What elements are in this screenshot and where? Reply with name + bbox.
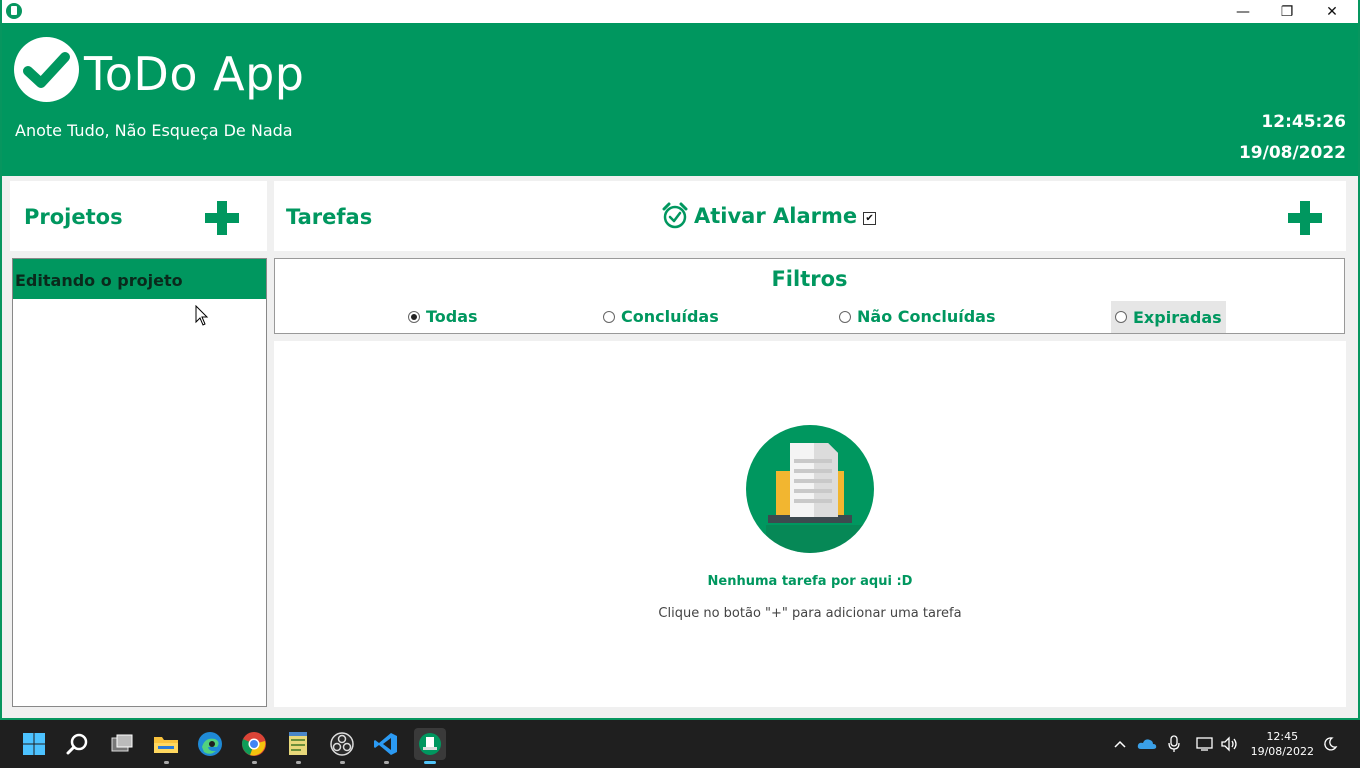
filters-panel: Filtros Todas Concluídas Não Concluídas …: [274, 258, 1345, 334]
maximize-button[interactable]: ❐: [1264, 0, 1310, 23]
tray-overflow-icon[interactable]: [1113, 720, 1127, 768]
search-button[interactable]: [62, 728, 94, 760]
folder-icon: [154, 737, 178, 753]
onedrive-cloud-icon[interactable]: [1137, 720, 1157, 768]
vscode-icon: [374, 733, 397, 755]
taskbar-clock-date: 19/08/2022: [1250, 745, 1314, 758]
app-window: — ❐ ✕ ToDo App Anote Tudo, Não Esqueça D…: [0, 0, 1360, 720]
checkmark-logo-icon: [14, 37, 79, 102]
start-button[interactable]: [18, 728, 50, 760]
filter-label: Expiradas: [1133, 307, 1222, 327]
alarm-clock-icon: [662, 202, 688, 229]
tasks-content: Nenhuma tarefa por aqui :D Clique no bot…: [274, 341, 1346, 707]
add-task-button[interactable]: [1288, 201, 1322, 235]
alarm-label: Ativar Alarme: [694, 204, 858, 228]
project-item[interactable]: Editando o projeto: [13, 259, 266, 299]
taskbar: 12:45 19/08/2022: [0, 720, 1360, 768]
radio-icon: [839, 310, 851, 323]
taskbar-clock[interactable]: 12:45 19/08/2022: [1251, 729, 1314, 759]
empty-state-subtitle: Clique no botão "+" para adicionar uma t…: [658, 606, 962, 621]
network-icon[interactable]: [1196, 720, 1214, 768]
edge-browser-icon: [198, 732, 222, 756]
taskbar-edge[interactable]: [194, 728, 226, 760]
alarm-toggle[interactable]: Ativar Alarme ✔: [662, 202, 877, 230]
mouse-cursor-icon: [195, 305, 209, 326]
volume-icon[interactable]: [1221, 720, 1239, 768]
task-view-icon: [111, 734, 133, 752]
add-project-button[interactable]: [205, 201, 239, 235]
app-header: ToDo App Anote Tudo, Não Esqueça De Nada…: [2, 23, 1358, 176]
app-icon: [6, 3, 22, 19]
filter-todas[interactable]: Todas: [408, 307, 478, 326]
projects-title: Projetos: [24, 205, 123, 229]
radio-selected-icon: [408, 310, 420, 323]
alarm-checkbox[interactable]: ✔: [863, 211, 877, 225]
taskbar-todo-app[interactable]: [414, 728, 446, 764]
notepad-icon: [289, 732, 307, 755]
windows-logo-icon: [23, 733, 45, 755]
clock-time: 12:45:26: [1261, 112, 1346, 132]
empty-state-title: Nenhuma tarefa por aqui :D: [707, 574, 913, 589]
search-icon: [66, 733, 88, 755]
project-item-label: Editando o projeto: [15, 271, 183, 290]
taskbar-vscode[interactable]: [370, 728, 402, 764]
filters-title: Filtros: [771, 267, 848, 291]
title-bar[interactable]: — ❐ ✕: [2, 0, 1358, 23]
notifications-moon-icon[interactable]: [1322, 720, 1338, 768]
app-title: ToDo App: [84, 47, 305, 101]
taskbar-notepad[interactable]: [282, 728, 314, 764]
app-subtitle: Anote Tudo, Não Esqueça De Nada: [15, 121, 293, 140]
radio-icon: [1115, 311, 1127, 323]
microphone-icon[interactable]: [1167, 720, 1181, 768]
taskbar-chrome[interactable]: [238, 728, 270, 764]
tasks-title: Tarefas: [286, 205, 373, 229]
filter-label: Não Concluídas: [857, 307, 996, 326]
task-view-button[interactable]: [106, 728, 138, 760]
filter-label: Todas: [426, 307, 478, 326]
projects-header: Projetos: [10, 181, 267, 251]
filter-expiradas[interactable]: Expiradas: [1111, 301, 1226, 333]
filter-label: Concluídas: [621, 307, 719, 326]
minimize-button[interactable]: —: [1220, 0, 1266, 23]
obs-studio-icon: [330, 732, 354, 756]
empty-tasks-icon: [746, 425, 874, 553]
chrome-browser-icon: [242, 732, 266, 756]
projects-list[interactable]: Editando o projeto: [12, 258, 267, 707]
radio-icon: [603, 310, 615, 323]
taskbar-obs[interactable]: [326, 728, 358, 764]
close-button[interactable]: ✕: [1309, 0, 1355, 23]
clock-date: 19/08/2022: [1238, 143, 1346, 163]
tasks-header: Tarefas Ativar Alarme ✔: [274, 181, 1346, 251]
filter-concluidas[interactable]: Concluídas: [603, 307, 719, 326]
todo-app-icon: [419, 733, 441, 755]
filter-nao-concluidas[interactable]: Não Concluídas: [839, 307, 996, 326]
taskbar-clock-time: 12:45: [1266, 730, 1299, 743]
taskbar-file-explorer[interactable]: [150, 728, 182, 764]
